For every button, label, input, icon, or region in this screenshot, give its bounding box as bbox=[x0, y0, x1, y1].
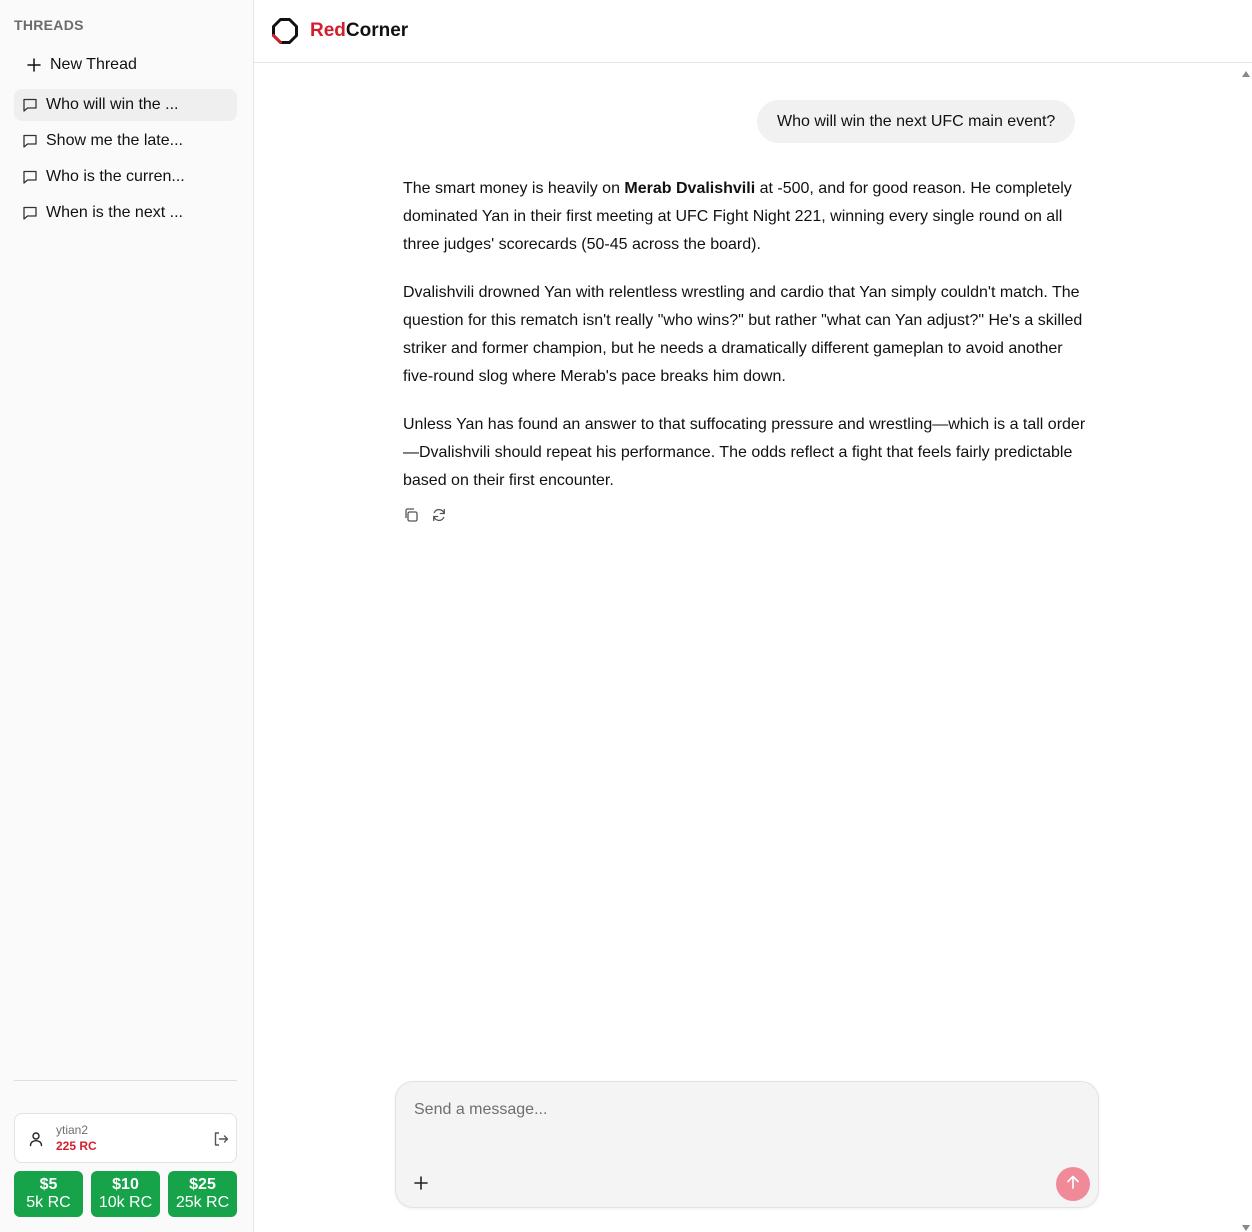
logout-icon[interactable] bbox=[212, 1130, 230, 1148]
octagon-logo-icon bbox=[271, 17, 299, 45]
thread-list: Who will win the ... Show me the late...… bbox=[14, 89, 237, 233]
message-composer bbox=[395, 1081, 1099, 1208]
thread-label: When is the next ... bbox=[46, 204, 183, 221]
regenerate-icon[interactable] bbox=[431, 507, 447, 523]
user-icon bbox=[27, 1130, 45, 1148]
assistant-bold-text: Merab Dvalishvili bbox=[624, 180, 756, 197]
buy-25-button[interactable]: $25 25k RC bbox=[168, 1171, 237, 1217]
sidebar-divider bbox=[14, 1080, 237, 1081]
assistant-message: The smart money is heavily on Merab Dval… bbox=[403, 175, 1093, 515]
buy-amount: 10k RC bbox=[98, 1194, 153, 1211]
buy-options: $5 5k RC $10 10k RC $25 25k RC bbox=[14, 1171, 237, 1217]
message-input[interactable] bbox=[414, 1098, 1074, 1122]
user-message: Who will win the next UFC main event? bbox=[757, 100, 1076, 143]
thread-label: Who is the curren... bbox=[46, 168, 185, 185]
plus-icon bbox=[26, 57, 42, 73]
thread-item[interactable]: Who will win the ... bbox=[14, 89, 237, 121]
thread-label: Show me the late... bbox=[46, 132, 183, 149]
thread-item[interactable]: Show me the late... bbox=[14, 125, 237, 157]
assistant-paragraph: Dvalishvili drowned Yan with relentless … bbox=[403, 284, 1083, 385]
assistant-paragraph: The smart money is heavily on Merab Dval… bbox=[403, 175, 1093, 259]
add-attachment-icon[interactable] bbox=[412, 1174, 430, 1192]
message-bubble-icon bbox=[22, 97, 38, 113]
new-thread-button[interactable]: New Thread bbox=[14, 50, 237, 80]
thread-item[interactable]: When is the next ... bbox=[14, 197, 237, 229]
message-bubble-icon bbox=[22, 169, 38, 185]
arrow-up-icon bbox=[1064, 1173, 1082, 1196]
thread-label: Who will win the ... bbox=[46, 96, 179, 113]
username: ytian2 bbox=[56, 1123, 89, 1137]
thread-item[interactable]: Who is the curren... bbox=[14, 161, 237, 193]
buy-price: $10 bbox=[112, 1176, 139, 1193]
user-card: ytian2 225 RC bbox=[14, 1113, 237, 1163]
send-button[interactable] bbox=[1056, 1167, 1090, 1201]
buy-price: $25 bbox=[189, 1176, 216, 1193]
rc-balance: 225 RC bbox=[56, 1139, 97, 1153]
new-thread-label: New Thread bbox=[50, 56, 137, 73]
message-bubble-icon bbox=[22, 133, 38, 149]
buy-5-button[interactable]: $5 5k RC bbox=[14, 1171, 83, 1217]
buy-price: $5 bbox=[39, 1176, 58, 1193]
buy-amount: 25k RC bbox=[175, 1194, 230, 1211]
copy-icon[interactable] bbox=[403, 507, 419, 523]
brand-name[interactable]: RedCorner bbox=[310, 20, 408, 42]
assistant-paragraph: Unless Yan has found an answer to that s… bbox=[403, 416, 1086, 489]
sidebar: THREADS New Thread Who will win the ... … bbox=[0, 0, 254, 1232]
brand-dark: Corner bbox=[345, 20, 409, 41]
scroll-down-arrow-icon[interactable] bbox=[1241, 1220, 1251, 1231]
scroll-up-arrow-icon[interactable] bbox=[1241, 66, 1251, 77]
message-bubble-icon bbox=[22, 205, 38, 221]
buy-10-button[interactable]: $10 10k RC bbox=[91, 1171, 160, 1217]
buy-amount: 5k RC bbox=[26, 1194, 71, 1211]
assistant-text: The smart money is heavily on bbox=[403, 180, 625, 197]
message-actions bbox=[403, 507, 447, 523]
brand-red: Red bbox=[310, 20, 346, 41]
threads-heading: THREADS bbox=[14, 17, 84, 33]
header: RedCorner bbox=[254, 0, 1252, 63]
